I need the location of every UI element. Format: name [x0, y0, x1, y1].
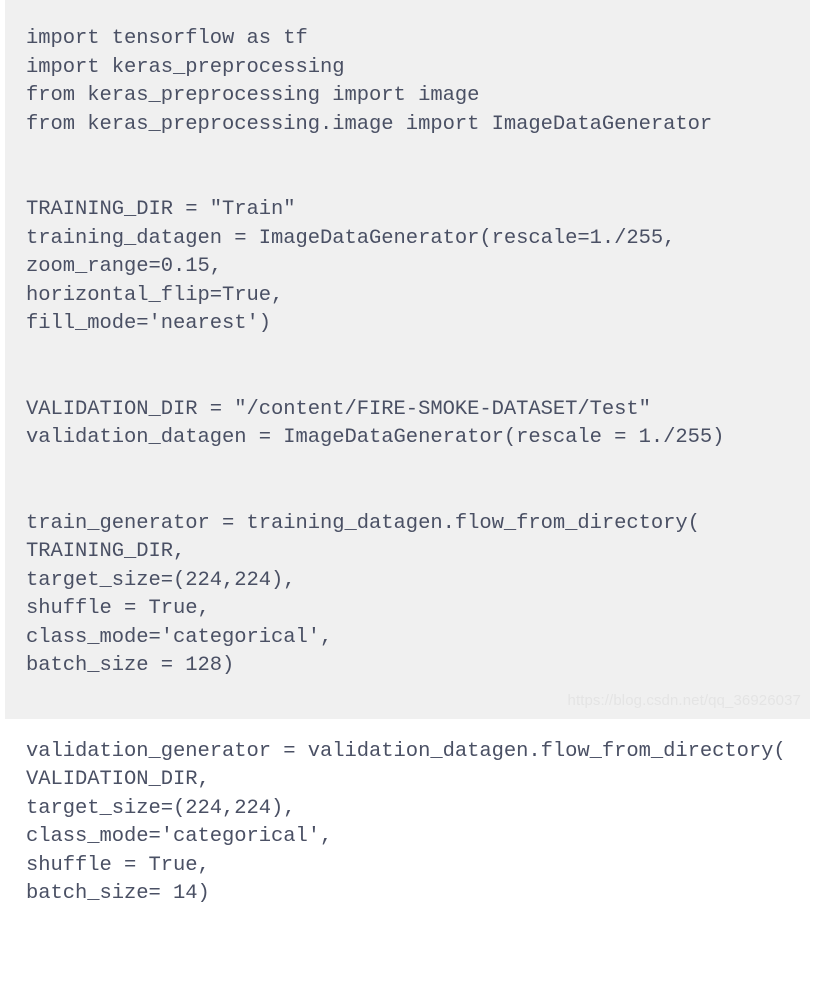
code-snippet-block: import tensorflow as tf import keras_pre… — [0, 0, 818, 905]
code-text[interactable]: import tensorflow as tf import keras_pre… — [26, 25, 810, 909]
code-content: import tensorflow as tf import keras_pre… — [26, 27, 786, 905]
